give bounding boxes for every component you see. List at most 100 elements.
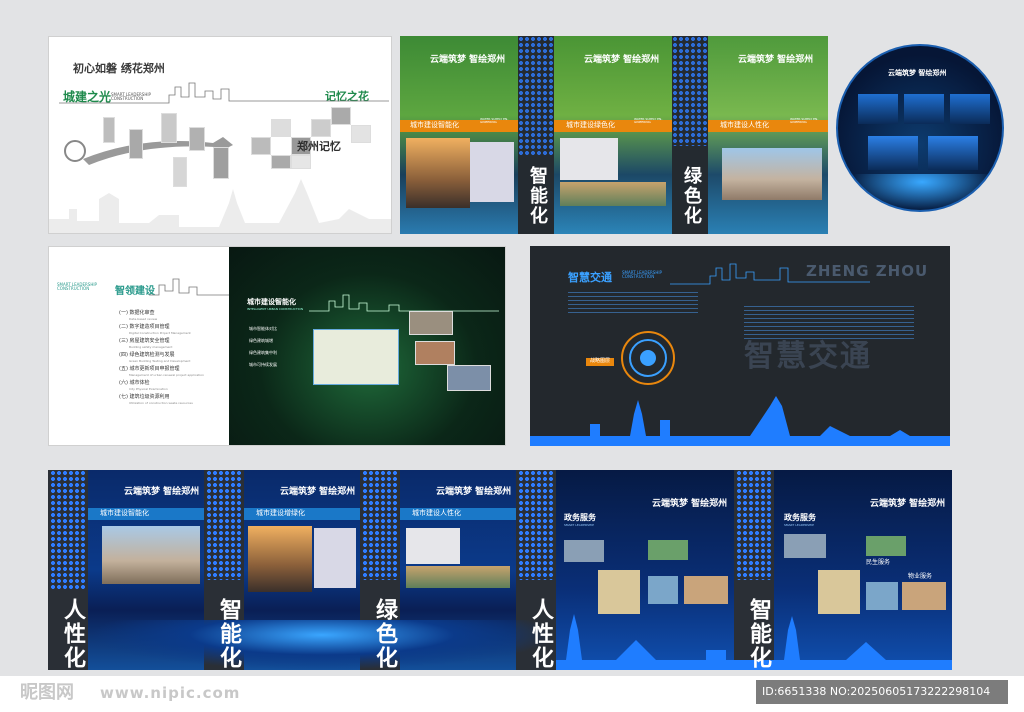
photo-map	[560, 138, 618, 180]
glow-wave	[838, 174, 1002, 210]
tab-label: 城市建设智能化	[100, 509, 149, 517]
city-name-en: ZHENG ZHOU	[806, 262, 929, 280]
footer-bar: 昵图网 www.nipic.com ID:6651338 NO:20250605…	[0, 676, 1024, 712]
site-logo: 昵图网	[20, 682, 74, 703]
photo-service	[648, 540, 688, 560]
glow-floor	[88, 620, 556, 670]
list-item-en: Digital Construction Project Management	[129, 331, 191, 335]
photo-map	[406, 528, 460, 564]
panel-leadership: SMART LEADERSHIP CONSTRUCTION 智领建设 (一) 数…	[48, 246, 506, 446]
list-item: (二) 数字建造项目管理	[119, 324, 170, 330]
panel-circle-board: 云端筑梦 智绘郑州	[836, 44, 1004, 212]
vertical-label: 人性化	[60, 598, 85, 670]
tab-label: 城市建设绿色化	[566, 121, 615, 129]
slogan-text: 初心如磐 绣花郑州	[73, 62, 165, 75]
bullet-item: 绿色建筑集中利	[249, 350, 277, 355]
vertical-label: 绿色化	[372, 598, 397, 670]
list-item-en: City Physical Examination	[129, 387, 168, 391]
list-item-en: Green Building Testing and Development	[129, 359, 191, 363]
panel-bottom-strip: 云端筑梦 智绘郑州 云端筑梦 智绘郑州 云端筑梦 智绘郑州 云端筑梦 智绘郑州 …	[48, 470, 952, 670]
photo-small	[409, 311, 453, 335]
list-item: (六) 城市体检	[119, 380, 150, 386]
slogan-text: 云端筑梦 智绘郑州	[870, 499, 946, 509]
year-photo	[129, 129, 143, 159]
dark-green-area: 城市建设智能化 INTELLIGENT URBAN CONSTRUCTION 城…	[229, 247, 505, 445]
city-silhouette	[530, 396, 950, 446]
slogan-text: 云端筑梦 智绘郑州	[584, 55, 660, 65]
service-title: 政务服务	[564, 513, 596, 522]
year-photo	[189, 127, 205, 151]
dense-text-block	[744, 306, 914, 340]
photo-service	[902, 582, 946, 610]
circle-chart-block	[928, 136, 978, 170]
photo-service	[684, 576, 728, 604]
city-silhouette	[49, 179, 391, 233]
list-item: (七) 建筑垃圾资源利用	[119, 394, 170, 400]
slogan-text: 云端筑梦 智绘郑州	[888, 69, 947, 77]
service-subtitle: SMART LEADERSHIP	[564, 523, 594, 527]
id-text: ID:6651338 NO:20250605173222298104	[762, 685, 991, 698]
big-watermark-title: 智慧交通	[744, 339, 872, 374]
bullet-item: 绿色建筑城增	[249, 338, 273, 343]
panel-smart-traffic: 智慧交通 SMART LEADERSHIP CONSTRUCTION ZHENG…	[530, 246, 950, 446]
year-photo	[161, 113, 177, 143]
circle-chart-block	[904, 94, 944, 124]
right-subtitle: INTELLIGENT URBAN CONSTRUCTION	[247, 307, 304, 311]
slogan-text: 云端筑梦 智绘郑州	[738, 55, 814, 65]
photo-city-map	[470, 142, 514, 202]
service-label: 物业服务	[908, 573, 933, 580]
bullet-item: 城市可持续发展	[249, 362, 277, 367]
circle-chart-block	[868, 136, 918, 170]
vertical-label: 绿色化	[681, 166, 702, 226]
city-plan-map	[313, 329, 399, 385]
panel-green-boards: 云端筑梦 智绘郑州 云端筑梦 智绘郑州 云端筑梦 智绘郑州 城市建设智能化 WA…	[400, 36, 828, 234]
photo-cityscape	[102, 526, 200, 584]
list-item-en: Utilization of construction waste resour…	[129, 401, 193, 405]
tab-label: 城市建设人性化	[720, 121, 769, 129]
photo-service	[648, 576, 678, 604]
slogan-text: 云端筑梦 智绘郑州	[280, 487, 356, 497]
photo-city-map	[314, 528, 356, 588]
en-subtitle: SMART LEADERSHIP CONSTRUCTION	[622, 270, 662, 279]
service-label: 民生服务	[866, 559, 891, 566]
site-url: www.nipic.com	[100, 684, 241, 702]
photo-small	[447, 365, 491, 391]
tab-label: 城市建设人性化	[412, 509, 461, 517]
photo-service	[866, 536, 906, 556]
list-item-en: Data-based review	[129, 317, 158, 321]
service-subtitle: SMART LEADERSHIP	[784, 523, 814, 527]
vertical-label: 智能化	[527, 166, 548, 226]
photo-cityscape	[722, 148, 822, 200]
right-title: 城市建设智能化	[247, 298, 296, 306]
year-photo	[103, 117, 115, 143]
vertical-label: 智能化	[216, 598, 241, 670]
memory-grid	[251, 107, 371, 169]
badge-label: 战略图层	[590, 358, 611, 364]
list-item-en: Building safety management	[129, 345, 173, 349]
dense-text-block	[568, 292, 698, 316]
vertical-label: 人性化	[528, 598, 553, 670]
slogan-text: 云端筑梦 智绘郑州	[436, 487, 512, 497]
photo-map	[598, 570, 640, 614]
panel-memory-board: 初心如磐 绣花郑州 城建之光 SMART LEADERSHIP CONSTRUC…	[48, 36, 392, 234]
hud-dial	[621, 331, 675, 385]
circle-chart-block	[950, 94, 990, 124]
photo-river	[406, 566, 510, 588]
photo-power-tower	[406, 138, 470, 208]
photo-power-tower	[248, 526, 312, 592]
tab-en: WATER SUPPLY EN-GINEERING	[634, 117, 663, 124]
photo-map	[818, 570, 860, 614]
list-item: (一) 数据化审查	[119, 310, 155, 316]
tab-label: 城市建设智能化	[410, 121, 459, 129]
photo-service	[866, 582, 898, 610]
en-subtitle: SMART LEADERSHIP CONSTRUCTION	[57, 282, 97, 291]
tab-en: WATER SUPPLY EN-GINEERING	[790, 117, 819, 124]
memory-label: 郑州记忆	[297, 140, 341, 153]
list-item: (三) 房屋建筑安全管理	[119, 338, 170, 344]
slogan-text: 云端筑梦 智绘郑州	[124, 487, 200, 497]
tab-label: 城市建设增绿化	[256, 509, 305, 517]
slogan-text: 云端筑梦 智绘郑州	[430, 55, 506, 65]
photo-service	[564, 540, 604, 562]
slogan-text: 云端筑梦 智绘郑州	[652, 499, 728, 509]
service-title: 政务服务	[784, 513, 816, 522]
